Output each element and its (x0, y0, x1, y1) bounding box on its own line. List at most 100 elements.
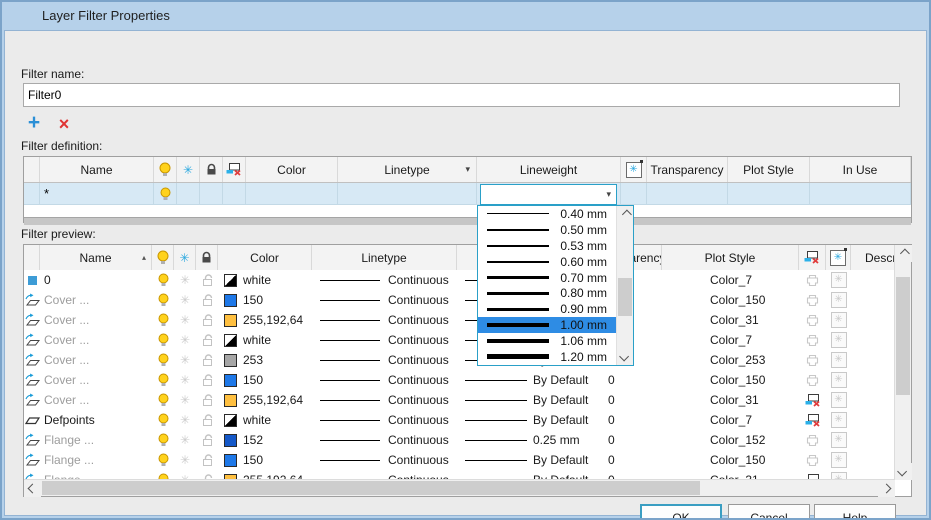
layer-plotstyle-cell: Color_150 (662, 370, 799, 390)
snowflake-icon: ✳ (180, 334, 190, 346)
preview-on-header[interactable] (152, 245, 174, 270)
help-button[interactable]: Help (814, 504, 896, 520)
preview-color-header[interactable]: Color (218, 245, 312, 270)
lineweight-dropdown: 0.40 mm 0.50 mm 0.53 mm 0.60 mm 0.70 mm … (477, 205, 634, 366)
layer-freeze-cell: ✳ (174, 450, 196, 470)
xref-layer-icon (24, 393, 40, 407)
ok-button[interactable]: OK (640, 504, 722, 520)
definition-freeze-cell[interactable] (177, 183, 200, 205)
definition-transparency-cell[interactable] (647, 183, 728, 205)
xref-layer-icon (24, 433, 40, 447)
layer-color-cell: 152 (218, 430, 312, 450)
preview-linetype-header[interactable]: Linetype (312, 245, 457, 270)
preview-lock-header[interactable] (196, 245, 218, 270)
layer-name: Flange ... (40, 430, 152, 450)
layer-on-cell (152, 430, 174, 450)
color-swatch (224, 434, 237, 447)
delete-filter-button[interactable]: × (53, 114, 75, 136)
lightbulb-icon (158, 453, 169, 467)
preview-status-header[interactable] (24, 245, 40, 270)
layer-vpfreeze-cell: ✳ (826, 270, 851, 290)
definition-header-row: Name ✳ Color Linetype▾ Lineweight ✳ Tran… (24, 157, 911, 183)
lineweight-option[interactable]: 0.50 mm (478, 222, 633, 238)
scroll-right-button[interactable] (878, 480, 895, 497)
scroll-up-button[interactable] (895, 245, 912, 262)
lock-icon (205, 163, 218, 176)
cancel-button[interactable]: Cancel (728, 504, 810, 520)
lineweight-option[interactable]: 1.06 mm (478, 333, 633, 349)
chevron-down-icon[interactable]: ▾ (606, 189, 611, 200)
scroll-up-button[interactable] (617, 206, 633, 223)
definition-on-cell[interactable] (154, 183, 177, 205)
layer-linetype-cell: Continuous (312, 430, 457, 450)
layer-lock-cell (196, 370, 218, 390)
linetype-sample (320, 300, 380, 301)
definition-empty-area (24, 205, 911, 217)
layer-plot-cell (799, 410, 826, 430)
layer-freeze-cell: ✳ (174, 370, 196, 390)
definition-plotstyle-cell[interactable] (728, 183, 810, 205)
preview-plot-header[interactable] (799, 245, 826, 270)
dropdown-scrollbar[interactable] (616, 206, 633, 365)
layer-linetype-cell: Continuous (312, 350, 457, 370)
preview-plotstyle-header[interactable]: Plot Style (662, 245, 799, 270)
chevron-down-icon[interactable]: ▾ (465, 164, 470, 175)
scroll-left-button[interactable] (24, 480, 41, 497)
lineweight-option[interactable]: 0.53 mm (478, 238, 633, 254)
lineweight-label: By Default (533, 373, 588, 387)
preview-vpfreeze-header[interactable]: ✳ (826, 245, 851, 270)
titlebar[interactable]: Layer Filter Properties (2, 2, 929, 30)
filter-name-input[interactable] (23, 83, 900, 107)
preview-vertical-scrollbar[interactable] (894, 245, 911, 480)
layer-lock-cell (196, 310, 218, 330)
definition-lock-header (200, 157, 223, 182)
definition-filter-row[interactable]: * (24, 183, 911, 205)
layer-color-cell: white (218, 270, 312, 290)
layer-vpfreeze-cell: ✳ (826, 330, 851, 350)
horizontal-scroll-thumb[interactable] (42, 481, 700, 495)
filter-definition-label: Filter definition: (21, 139, 102, 153)
preview-horizontal-scrollbar[interactable] (24, 479, 895, 496)
definition-scrollbar-strip[interactable] (24, 217, 911, 225)
lineweight-option[interactable]: 1.20 mm (478, 349, 633, 365)
lightbulb-icon[interactable] (160, 187, 171, 201)
lineweight-option[interactable]: 0.70 mm (478, 270, 633, 286)
layer-lineweight-cell: By Default (457, 370, 597, 390)
lineweight-option[interactable]: 0.40 mm (478, 206, 633, 222)
definition-color-cell[interactable] (246, 183, 338, 205)
vertical-scroll-thumb[interactable] (896, 277, 910, 395)
no-plot-icon (805, 394, 821, 407)
dialog-body: Filter name: + × Filter definition: Name… (4, 30, 927, 516)
lightbulb-icon (157, 250, 169, 265)
layer-plot-cell (799, 290, 826, 310)
lightbulb-icon (158, 293, 169, 307)
layer-description-cell (851, 290, 895, 310)
layer-color-cell: white (218, 330, 312, 350)
definition-row-selector[interactable] (24, 183, 40, 205)
scroll-down-button[interactable] (895, 463, 912, 480)
layer-row: Cover ... ✳ 150 Continuous By Default 0 … (24, 370, 895, 390)
lineweight-option[interactable]: 0.60 mm (478, 254, 633, 270)
lineweight-combobox[interactable]: ▾ (480, 184, 617, 205)
linetype-label: Continuous (388, 373, 449, 387)
dropdown-scroll-thumb[interactable] (618, 278, 632, 316)
layer-plotstyle-cell: Color_253 (662, 350, 799, 370)
lineweight-option[interactable]: 0.80 mm (478, 285, 633, 301)
definition-vpfreeze-cell[interactable] (621, 183, 647, 205)
lineweight-option[interactable]: 0.90 mm (478, 301, 633, 317)
scroll-down-button[interactable] (617, 348, 633, 365)
layer-vpfreeze-cell: ✳ (826, 350, 851, 370)
xref-layer-icon (24, 373, 40, 387)
definition-linetype-cell[interactable] (338, 183, 477, 205)
new-vp-freeze-icon: ✳ (831, 432, 847, 448)
layer-name: Cover ... (40, 350, 152, 370)
lineweight-option[interactable]: 1.00 mm (478, 317, 633, 333)
add-filter-button[interactable]: + (23, 113, 45, 135)
definition-plot-cell[interactable] (223, 183, 246, 205)
preview-name-header[interactable]: Name▴ (40, 245, 152, 270)
unlock-icon (201, 414, 214, 427)
definition-lock-cell[interactable] (200, 183, 223, 205)
preview-freeze-header[interactable]: ✳ (174, 245, 196, 270)
definition-name-cell[interactable]: * (40, 183, 154, 205)
xref-layer-icon (24, 353, 40, 367)
